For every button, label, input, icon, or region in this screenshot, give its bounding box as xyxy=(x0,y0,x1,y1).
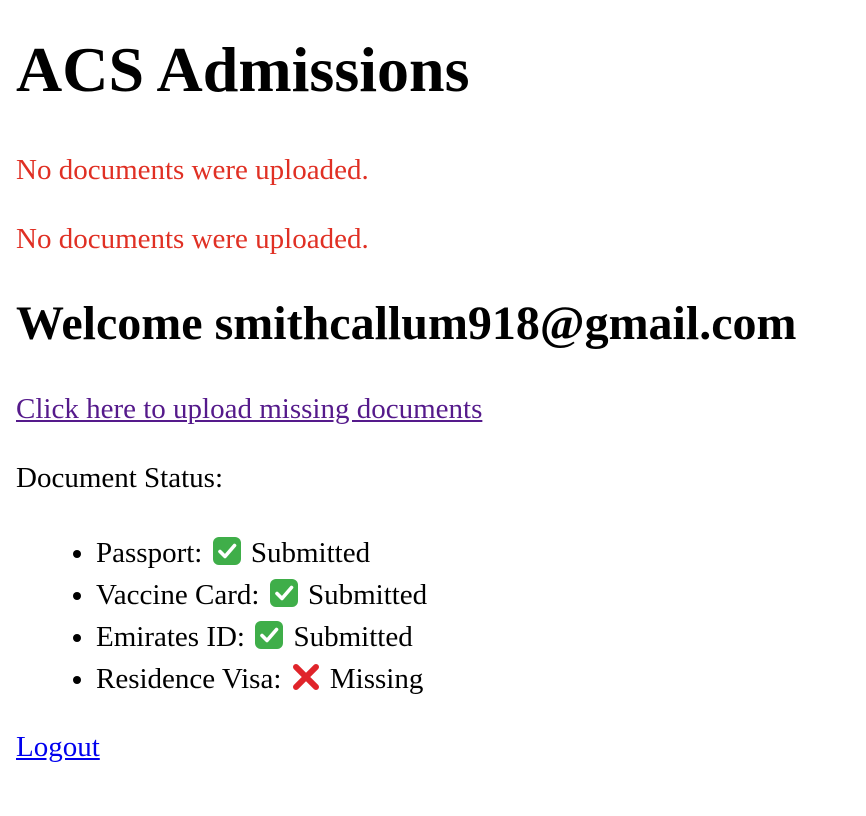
cross-icon xyxy=(292,664,319,690)
error-message: No documents were uploaded. xyxy=(16,154,369,186)
check-icon xyxy=(212,537,241,565)
document-label: Passport: xyxy=(96,537,203,569)
document-status: Submitted xyxy=(293,621,413,653)
list-item: Passport: Submitted xyxy=(96,532,427,574)
document-label: Emirates ID: xyxy=(96,621,245,653)
check-icon xyxy=(269,579,298,607)
list-item: Vaccine Card: Submitted xyxy=(96,574,427,616)
document-status-heading: Document Status: xyxy=(16,462,224,494)
document-label: Vaccine Card: xyxy=(96,579,260,611)
document-status: Missing xyxy=(329,663,424,695)
page-title: ACS Admissions xyxy=(16,34,470,105)
error-message: No documents were uploaded. xyxy=(16,223,369,255)
welcome-heading: Welcome smithcallum918@gmail.com xyxy=(16,297,797,350)
list-item: Emirates ID: Submitted xyxy=(96,616,427,658)
list-item: Residence Visa: Missing xyxy=(96,658,427,700)
upload-documents-link[interactable]: Click here to upload missing documents xyxy=(16,392,482,426)
document-status: Submitted xyxy=(307,579,428,611)
document-status: Submitted xyxy=(250,537,371,569)
document-label: Residence Visa: xyxy=(96,663,282,695)
logout-link[interactable]: Logout xyxy=(16,730,100,764)
check-icon xyxy=(255,621,284,649)
document-status-list: Passport: Submitted Vaccine Card: Submit… xyxy=(16,532,427,700)
